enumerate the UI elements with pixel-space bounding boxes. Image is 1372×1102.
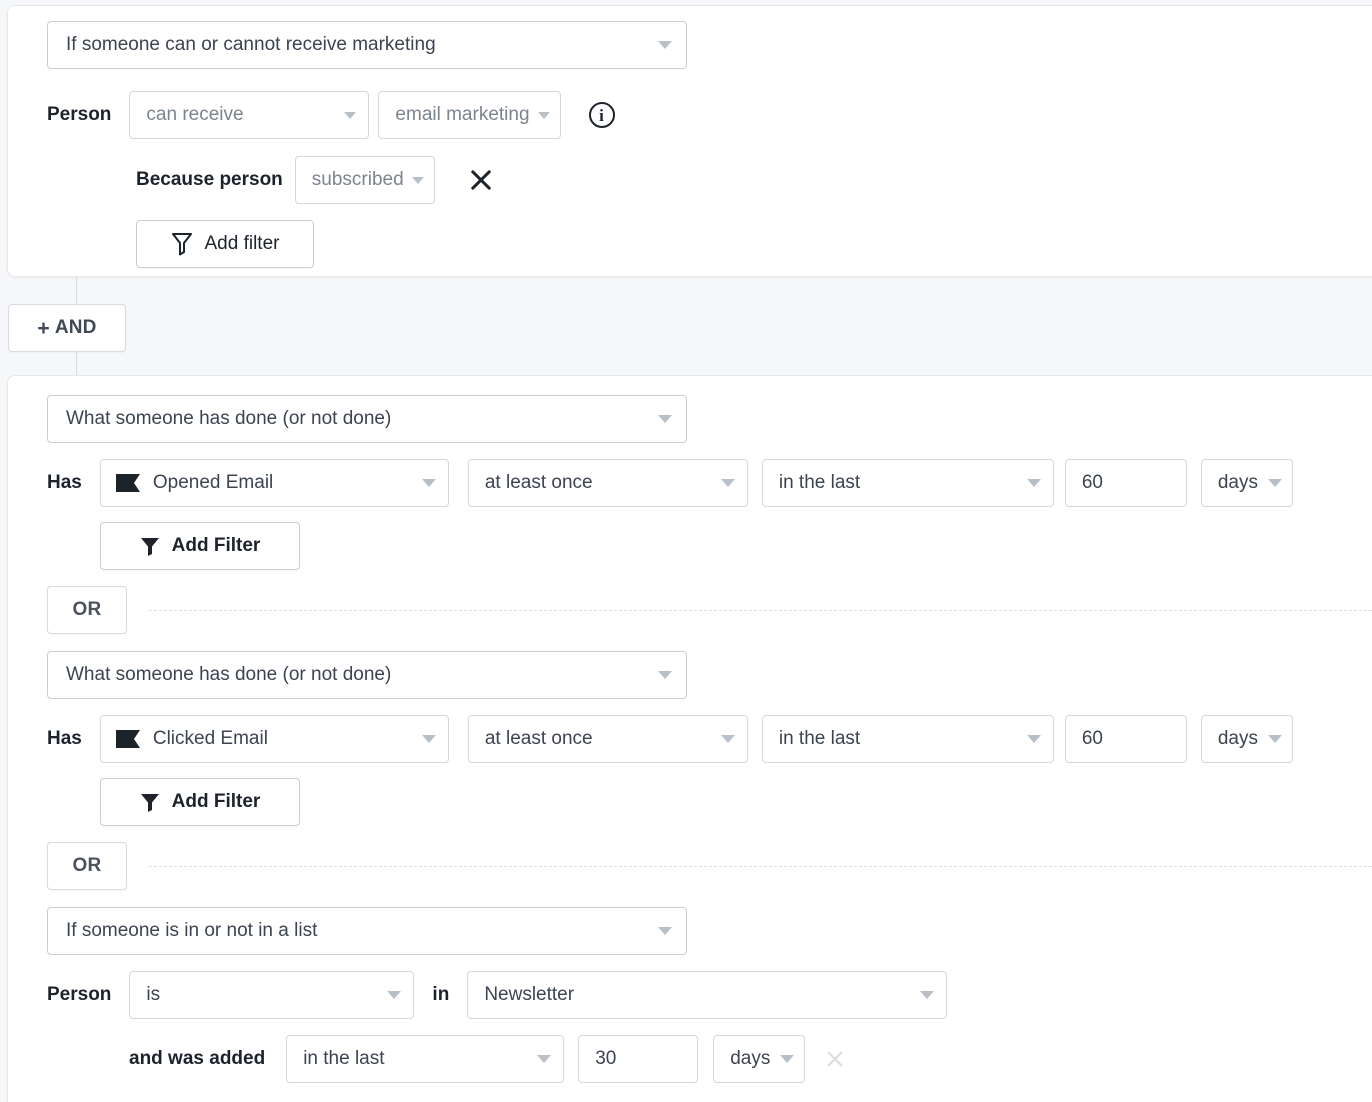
condition-c-added-label: and was added (129, 1048, 265, 1070)
chevron-down-icon (422, 479, 436, 487)
marketing-medium-select[interactable]: email marketing (378, 91, 560, 139)
chevron-down-icon (780, 1055, 794, 1063)
connector-line-top (76, 277, 77, 305)
remove-list-timeframe-button[interactable] (820, 1044, 850, 1074)
condition-b-amount-input[interactable]: 60 (1065, 715, 1187, 763)
info-icon[interactable]: i (589, 102, 615, 128)
person-label: Person (47, 104, 111, 126)
list-added-unit-select[interactable]: days (713, 1035, 805, 1083)
reason-select[interactable]: subscribed (295, 156, 435, 204)
or-dashed-line-2 (149, 866, 1372, 867)
or-separator-2: OR (47, 842, 1372, 890)
chevron-down-icon (1027, 479, 1041, 487)
condition-b-metric-select[interactable]: Clicked Email (100, 715, 449, 763)
chevron-down-icon (412, 177, 424, 184)
chevron-down-icon (387, 991, 401, 999)
or-button-2[interactable]: OR (47, 842, 127, 890)
chevron-down-icon (658, 671, 672, 679)
group1-add-filter-label: Add filter (205, 233, 280, 255)
condition-b-add-filter-button[interactable]: Add Filter (100, 778, 300, 826)
condition-a-add-filter-button[interactable]: Add Filter (100, 522, 300, 570)
condition-a-type-value: What someone has done (or not done) (66, 408, 648, 430)
chevron-down-icon (537, 1055, 551, 1063)
list-added-amount-input[interactable]: 30 (578, 1035, 698, 1083)
condition-c-person-label: Person (47, 984, 111, 1006)
condition-b-timeframe-select[interactable]: in the last (762, 715, 1054, 763)
filter-funnel-solid-icon (140, 792, 160, 812)
condition-a-amount-input[interactable]: 60 (1065, 459, 1187, 507)
condition-b-type-select[interactable]: What someone has done (or not done) (47, 651, 687, 699)
condition-a-type-select[interactable]: What someone has done (or not done) (47, 395, 687, 443)
or-dashed-line-1 (149, 610, 1372, 611)
flag-icon (115, 473, 141, 493)
group1-person-row: Person can receive email marketing i (47, 91, 615, 139)
condition-a-frequency-select[interactable]: at least once (468, 459, 748, 507)
chevron-down-icon (721, 479, 735, 487)
condition-group-2: What someone has done (or not done) Has … (7, 375, 1372, 1102)
chevron-down-icon (344, 112, 356, 119)
because-person-label: Because person (136, 169, 283, 191)
condition-c-person-row: Person is in Newsletter (47, 971, 947, 1019)
condition-b-has-label: Has (47, 728, 82, 750)
chevron-down-icon (658, 927, 672, 935)
chevron-down-icon (920, 991, 934, 999)
chevron-down-icon (658, 415, 672, 423)
filter-funnel-outline-icon (171, 232, 193, 256)
chevron-down-icon (658, 41, 672, 49)
group1-type-select-value: If someone can or cannot receive marketi… (66, 34, 648, 56)
condition-c-type-value: If someone is in or not in a list (66, 920, 648, 942)
condition-b-unit-select[interactable]: days (1201, 715, 1293, 763)
condition-b-add-filter-label: Add Filter (172, 791, 261, 813)
list-membership-select[interactable]: is (129, 971, 414, 1019)
list-added-timeframe-select[interactable]: in the last (286, 1035, 564, 1083)
chevron-down-icon (1027, 735, 1041, 743)
condition-b-row: Has Clicked Email at least once in the l… (47, 715, 1293, 763)
connector-line-bottom (76, 351, 77, 375)
chevron-down-icon (422, 735, 436, 743)
condition-c-added-row: and was added in the last 30 days (129, 1035, 850, 1083)
group1-type-select[interactable]: If someone can or cannot receive marketi… (47, 21, 687, 69)
condition-a-add-filter-label: Add Filter (172, 535, 261, 557)
condition-a-timeframe-select[interactable]: in the last (762, 459, 1054, 507)
group1-add-filter-button[interactable]: Add filter (136, 220, 314, 268)
group1-reason-row: Because person subscribed (136, 156, 496, 204)
condition-b-type-value: What someone has done (or not done) (66, 664, 648, 686)
condition-c-in-label: in (432, 984, 449, 1006)
condition-a-unit-select[interactable]: days (1201, 459, 1293, 507)
add-and-group-button[interactable]: + AND (8, 304, 126, 352)
chevron-down-icon (538, 112, 550, 119)
condition-a-has-label: Has (47, 472, 82, 494)
chevron-down-icon (1268, 479, 1282, 487)
condition-a-metric-select[interactable]: Opened Email (100, 459, 449, 507)
condition-c-type-select[interactable]: If someone is in or not in a list (47, 907, 687, 955)
and-label: AND (55, 317, 97, 339)
condition-a-row: Has Opened Email at least once in the la… (47, 459, 1293, 507)
remove-reason-button[interactable] (466, 165, 496, 195)
receive-permission-select[interactable]: can receive (129, 91, 369, 139)
or-separator-1: OR (47, 586, 1372, 634)
segment-builder: If someone can or cannot receive marketi… (0, 0, 1372, 1102)
flag-icon (115, 729, 141, 749)
or-button-1[interactable]: OR (47, 586, 127, 634)
plus-icon: + (37, 318, 49, 339)
chevron-down-icon (1268, 735, 1282, 743)
list-name-select[interactable]: Newsletter (467, 971, 947, 1019)
condition-group-1: If someone can or cannot receive marketi… (7, 5, 1372, 277)
chevron-down-icon (721, 735, 735, 743)
filter-funnel-solid-icon (140, 536, 160, 556)
condition-b-frequency-select[interactable]: at least once (468, 715, 748, 763)
